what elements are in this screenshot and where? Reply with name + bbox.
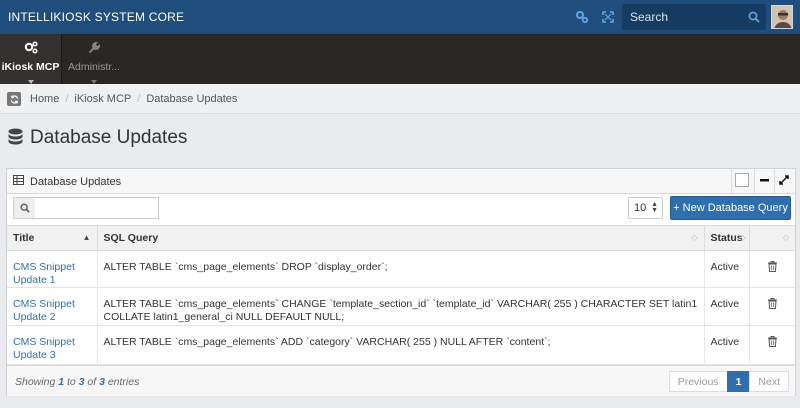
wrench-icon: [88, 41, 101, 57]
row-status: Active: [704, 287, 750, 326]
column-header-status[interactable]: Status ◇: [704, 225, 750, 251]
search-input[interactable]: [622, 4, 740, 30]
table-filter-input[interactable]: [35, 197, 159, 219]
column-header-label: Title: [13, 232, 35, 244]
column-header-title[interactable]: Title ▲: [7, 225, 98, 251]
header-divider: [754, 169, 755, 194]
table-row: CMS Snippet Update 1 ALTER TABLE `cms_pa…: [7, 250, 795, 288]
sort-icon: ◇: [782, 233, 789, 242]
breadcrumb-separator: /: [65, 93, 69, 105]
module-ikiosk-mcp[interactable]: iKiosk MCP: [0, 34, 61, 84]
table-row: CMS Snippet Update 2 ALTER TABLE `cms_pa…: [7, 287, 795, 326]
panel-title-label: Database Updates: [30, 175, 122, 188]
pagination-page-1[interactable]: 1: [726, 371, 751, 392]
sort-icon: ◇: [739, 233, 746, 242]
row-sql: ALTER TABLE `cms_page_elements` CHANGE `…: [97, 287, 705, 326]
avatar[interactable]: [771, 5, 793, 29]
panel-header: Database Updates: [7, 169, 795, 194]
column-header-sql-query[interactable]: SQL Query ◇: [97, 225, 705, 251]
search-box: [622, 4, 766, 30]
fullscreen-icon[interactable]: [777, 173, 791, 187]
breadcrumb: Home / iKiosk MCP / Database Updates: [30, 93, 237, 105]
column-header-label: SQL Query: [103, 232, 159, 244]
cogs-icon: [24, 41, 38, 57]
trash-icon[interactable]: [756, 336, 790, 347]
module-administration[interactable]: Administr...: [62, 34, 126, 84]
row-sql: ALTER TABLE `cms_page_elements` DROP `di…: [97, 250, 705, 288]
pagination: Previous 1 Next: [668, 371, 789, 392]
row-status: Active: [704, 250, 750, 288]
app-title: INTELLIKIOSK SYSTEM CORE: [8, 10, 185, 24]
pagination-next[interactable]: Next: [749, 371, 789, 392]
table-row: CMS Snippet Update 3 ALTER TABLE `cms_pa…: [7, 325, 795, 365]
breadcrumb-bar: Home / iKiosk MCP / Database Updates: [0, 84, 800, 114]
trash-icon[interactable]: [756, 298, 790, 309]
select-arrows-icon: ▲ ▼: [651, 201, 658, 214]
search-icon: [13, 197, 36, 219]
row-title-link[interactable]: CMS Snippet Update 2: [13, 298, 75, 323]
table-info: Showing 1 to 3 of 3 entries: [15, 376, 139, 388]
module-nav: iKiosk MCP Administr...: [0, 34, 800, 84]
module-label: Administr...: [68, 61, 120, 73]
trash-icon[interactable]: [756, 261, 790, 272]
pagination-previous[interactable]: Previous: [668, 371, 728, 392]
table-icon: [13, 175, 24, 188]
sort-asc-icon: ▲: [82, 233, 91, 242]
breadcrumb-ikiosk-mcp[interactable]: iKiosk MCP: [74, 93, 131, 105]
info-of-word: of: [84, 376, 100, 388]
refresh-icon[interactable]: [7, 92, 21, 106]
info-suffix: entries: [104, 376, 140, 388]
page-length-value: 10: [634, 202, 647, 214]
row-title-link[interactable]: CMS Snippet Update 1: [13, 261, 75, 286]
panel-title: Database Updates: [13, 175, 121, 188]
breadcrumb-separator: /: [137, 93, 141, 105]
header-divider: [774, 169, 775, 194]
page-length-select[interactable]: 10 ▲ ▼: [628, 197, 663, 219]
row-sql: ALTER TABLE `cms_page_elements` ADD `cat…: [97, 325, 705, 365]
column-header-actions[interactable]: ◇: [749, 225, 795, 251]
breadcrumb-home[interactable]: Home: [30, 93, 59, 105]
expand-icon[interactable]: [598, 7, 618, 27]
info-prefix: Showing: [15, 376, 59, 388]
top-bar: INTELLIKIOSK SYSTEM CORE: [0, 0, 800, 34]
breadcrumb-current: Database Updates: [146, 93, 238, 105]
minimize-icon[interactable]: [757, 173, 771, 187]
column-header-label: Status: [710, 232, 743, 244]
page-header: Database Updates: [8, 127, 187, 149]
database-updates-panel: Database Updates 10 ▲ ▼ + New Database Qu…: [6, 168, 796, 396]
database-updates-table: Title ▲ SQL Query ◇ Status ◇ ◇ CMS Snippet …: [7, 225, 795, 365]
header-divider: [731, 169, 732, 194]
sort-icon: ◇: [691, 233, 698, 242]
row-status: Active: [704, 325, 750, 365]
info-to-word: to: [64, 376, 79, 388]
filter-row: 10 ▲ ▼ + New Database Query: [7, 195, 795, 225]
color-picker-button[interactable]: [735, 173, 749, 187]
gears-icon[interactable]: [572, 7, 592, 27]
module-label: iKiosk MCP: [1, 61, 60, 73]
new-database-query-button[interactable]: + New Database Query: [670, 196, 791, 220]
database-icon: [8, 128, 23, 149]
page-title: Database Updates: [30, 127, 188, 148]
search-icon[interactable]: [746, 9, 762, 25]
row-title-link[interactable]: CMS Snippet Update 3: [13, 336, 75, 361]
table-header-row: Title ▲ SQL Query ◇ Status ◇ ◇: [7, 225, 795, 251]
panel-footer: Showing 1 to 3 of 3 entries Previous 1 N…: [7, 365, 795, 396]
